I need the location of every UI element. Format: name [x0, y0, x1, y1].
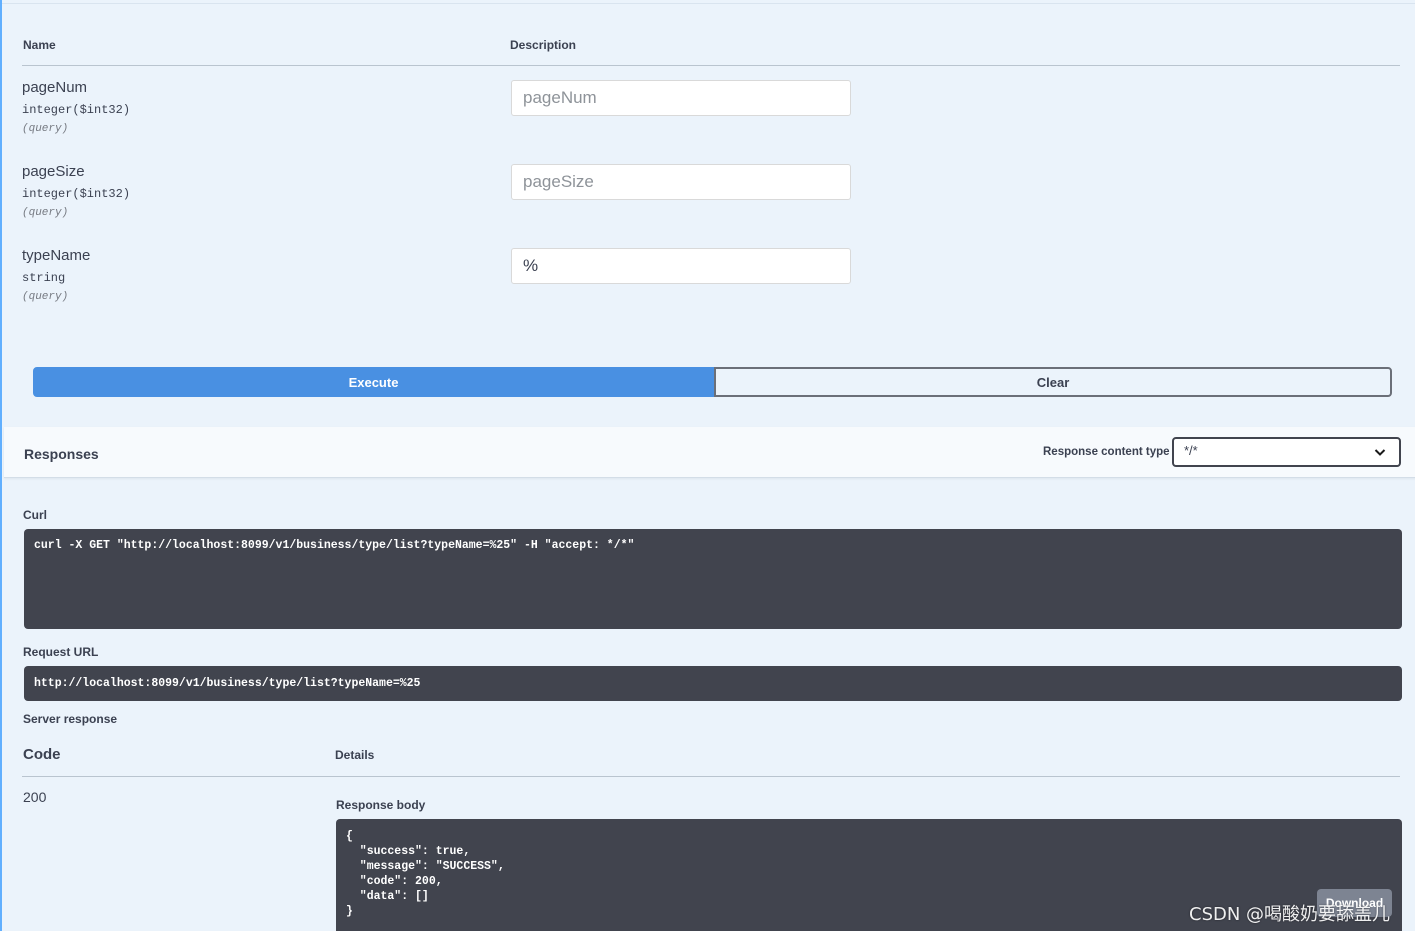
- parameter-pagesize: pageSize integer($int32) (query): [22, 163, 472, 219]
- responses-title: Responses: [24, 446, 99, 462]
- execute-button[interactable]: Execute: [33, 367, 714, 397]
- divider: [2, 3, 1415, 4]
- pagesize-input[interactable]: [511, 164, 851, 200]
- parameter-name: typeName: [22, 247, 91, 264]
- selected-content-type: */*: [1184, 443, 1198, 458]
- chevron-down-icon: [1374, 449, 1386, 456]
- response-body-label: Response body: [336, 798, 426, 812]
- responses-header: Responses Response content type */*: [4, 427, 1415, 478]
- server-response-label: Server response: [23, 712, 118, 726]
- curl-command[interactable]: curl -X GET "http://localhost:8099/v1/bu…: [24, 529, 1402, 629]
- response-content-type-select[interactable]: */*: [1172, 437, 1401, 467]
- response-status-code: 200: [23, 789, 47, 805]
- parameter-location: (query): [22, 207, 69, 219]
- parameter-location: (query): [22, 291, 69, 303]
- parameter-type: integer($int32): [22, 187, 131, 201]
- parameter-name: pageSize: [22, 163, 85, 180]
- parameters-header: Name Description: [22, 35, 1400, 66]
- action-buttons: Execute Clear: [33, 367, 1392, 397]
- parameter-type: string: [22, 271, 66, 285]
- response-table-header: Code Details: [22, 740, 1400, 777]
- code-column-header: Code: [23, 746, 61, 763]
- parameter-type: integer($int32): [22, 103, 131, 117]
- request-url-label: Request URL: [23, 645, 99, 659]
- clear-button[interactable]: Clear: [714, 367, 1392, 397]
- curl-label: Curl: [23, 508, 47, 522]
- request-url[interactable]: http://localhost:8099/v1/business/type/l…: [24, 666, 1402, 701]
- pagenum-input[interactable]: [511, 80, 851, 116]
- name-column-header: Name: [23, 38, 56, 52]
- operation-panel: Name Description pageNum integer($int32)…: [0, 0, 1415, 931]
- watermark: CSDN @喝酸奶要舔盖儿: [1189, 904, 1391, 925]
- parameter-typename: typeName string (query): [22, 247, 472, 303]
- parameter-pagenum: pageNum integer($int32) (query): [22, 79, 472, 135]
- typename-input[interactable]: [511, 248, 851, 284]
- parameter-location: (query): [22, 123, 69, 135]
- response-content-type-label: Response content type: [1043, 446, 1170, 458]
- details-column-header: Details: [335, 748, 375, 762]
- parameter-name: pageNum: [22, 79, 88, 96]
- description-column-header: Description: [510, 38, 577, 52]
